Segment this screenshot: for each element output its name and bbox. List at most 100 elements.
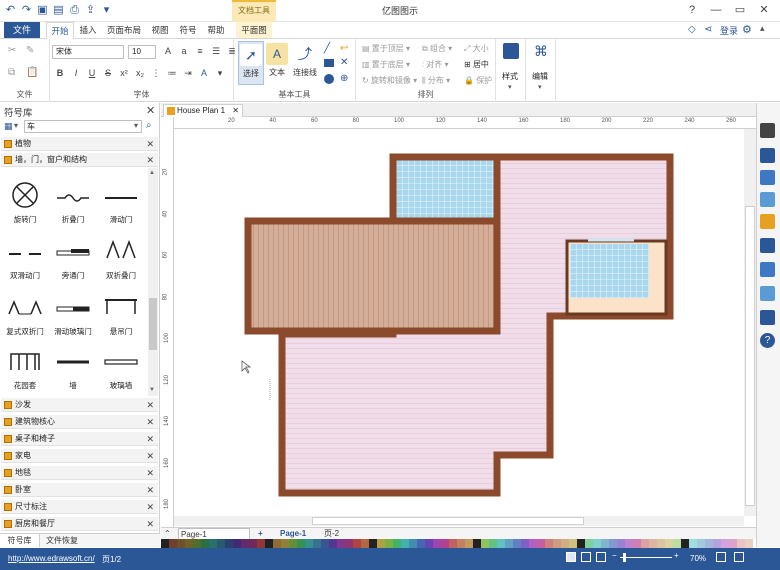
horizontal-scroll-thumb[interactable]: [312, 517, 584, 525]
color-swatch[interactable]: [209, 539, 217, 548]
color-swatch[interactable]: [625, 539, 633, 548]
color-swatch[interactable]: [705, 539, 713, 548]
color-swatch[interactable]: [497, 539, 505, 548]
color-swatch[interactable]: [345, 539, 353, 548]
center-button[interactable]: ⊞ 居中: [464, 59, 489, 70]
shape-wall[interactable]: 墙: [49, 340, 97, 394]
category-row[interactable]: 沙发 ✕: [1, 398, 158, 412]
document-properties-icon[interactable]: [760, 286, 775, 301]
category-plants[interactable]: 植物 ✕: [1, 137, 158, 151]
color-swatch[interactable]: [641, 539, 649, 548]
color-swatch[interactable]: [441, 539, 449, 548]
gear-icon[interactable]: ⚙: [742, 23, 752, 36]
bring-to-front-button[interactable]: ▤ 置于顶层 ▾: [362, 43, 410, 54]
tab-insert[interactable]: 插入: [76, 22, 100, 38]
export-icon[interactable]: ⇪: [84, 4, 97, 17]
shape-garden-arch[interactable]: 花园套: [1, 340, 49, 394]
color-swatch[interactable]: [609, 539, 617, 548]
color-swatch[interactable]: [233, 539, 241, 548]
arc-tool-icon[interactable]: ↩: [340, 43, 348, 54]
color-swatch[interactable]: [185, 539, 193, 548]
color-swatch[interactable]: [473, 539, 481, 548]
size-button[interactable]: ⤢ 大小: [464, 43, 489, 54]
color-swatch[interactable]: [161, 539, 169, 548]
shape-sliding-glass-door[interactable]: 滑动玻璃门: [49, 286, 97, 340]
help-button[interactable]: ?: [680, 2, 704, 18]
format-painter-icon[interactable]: ✎: [26, 45, 34, 56]
color-swatch[interactable]: [657, 539, 665, 548]
scroll-up-icon[interactable]: ▲: [149, 170, 155, 176]
search-dropdown-icon[interactable]: ▾: [134, 121, 138, 130]
fit-width-icon[interactable]: [734, 552, 744, 562]
library-menu-icon[interactable]: ▦: [4, 121, 13, 132]
style-icon[interactable]: [503, 43, 519, 59]
tab-symbol[interactable]: 符号: [176, 22, 200, 38]
color-swatch[interactable]: [409, 539, 417, 548]
color-swatch[interactable]: [585, 539, 593, 548]
color-swatch[interactable]: [465, 539, 473, 548]
color-swatch[interactable]: [177, 539, 185, 548]
text-button[interactable]: A 文本: [264, 41, 290, 85]
color-swatch[interactable]: [665, 539, 673, 548]
search-icon[interactable]: ⌕: [146, 120, 152, 131]
shape-pocket-door[interactable]: 悬吊门: [97, 286, 145, 340]
font-name-select[interactable]: 宋体: [52, 45, 124, 59]
color-swatch[interactable]: [225, 539, 233, 548]
category-row[interactable]: 桌子和椅子 ✕: [1, 432, 158, 446]
color-swatch[interactable]: [577, 539, 585, 548]
category-row[interactable]: 卧室 ✕: [1, 483, 158, 497]
color-swatch[interactable]: [457, 539, 465, 548]
color-swatch[interactable]: [481, 539, 489, 548]
zoom-in-icon[interactable]: +: [674, 551, 679, 560]
shadow-icon[interactable]: [760, 170, 775, 185]
fullscreen-icon[interactable]: [581, 552, 591, 562]
scroll-down-icon[interactable]: ▼: [149, 387, 155, 393]
color-swatch[interactable]: [697, 539, 705, 548]
color-swatch[interactable]: [353, 539, 361, 548]
category-row[interactable]: 地毯 ✕: [1, 466, 158, 480]
color-swatch[interactable]: [169, 539, 177, 548]
close-button[interactable]: ✕: [752, 2, 776, 18]
fit-icon[interactable]: [596, 552, 606, 562]
point-tool-icon[interactable]: ⊕: [340, 73, 348, 84]
color-swatch[interactable]: [289, 539, 297, 548]
color-swatch[interactable]: [681, 539, 689, 548]
page-view-icon[interactable]: [566, 552, 576, 562]
shape-sliding-door[interactable]: 滑动门: [97, 174, 145, 228]
login-link[interactable]: 登录: [720, 24, 738, 37]
tab-floor-plan[interactable]: 平面图: [236, 22, 272, 38]
color-swatch[interactable]: [393, 539, 401, 548]
document-tab[interactable]: House Plan 1 ✕: [163, 104, 243, 117]
tab-symbol-library[interactable]: 符号库: [0, 534, 40, 547]
tab-home[interactable]: 开始: [46, 22, 74, 40]
zoom-slider[interactable]: [620, 557, 672, 558]
color-swatch[interactable]: [633, 539, 641, 548]
group-button[interactable]: ⧉ 组合 ▾: [422, 43, 452, 54]
binoculars-icon[interactable]: ⌘: [533, 43, 549, 59]
color-swatch[interactable]: [601, 539, 609, 548]
list-icon[interactable]: ⋮: [150, 67, 162, 79]
cross-tool-icon[interactable]: ✕: [340, 57, 348, 68]
vertical-scroll-thumb[interactable]: [745, 206, 755, 506]
category-row[interactable]: 厨房和餐厅 ✕: [1, 517, 158, 531]
collapse-ribbon-icon[interactable]: ▴: [760, 23, 765, 34]
color-swatch[interactable]: [521, 539, 529, 548]
redo-icon[interactable]: ↷: [20, 4, 33, 17]
close-icon[interactable]: ✕: [146, 153, 154, 167]
page-icon[interactable]: [760, 238, 775, 253]
edit-dropdown-icon[interactable]: ▾: [538, 83, 542, 91]
color-swatch[interactable]: [513, 539, 521, 548]
text-options-icon[interactable]: ▾: [214, 67, 226, 79]
page-tab-2[interactable]: 页-2: [324, 528, 339, 539]
protect-button[interactable]: 🔒 保护: [464, 75, 492, 86]
close-icon[interactable]: ✕: [146, 398, 154, 412]
color-swatch[interactable]: [273, 539, 281, 548]
color-swatch[interactable]: [553, 539, 561, 548]
rectangle-tool-icon[interactable]: [324, 59, 334, 67]
color-swatch[interactable]: [433, 539, 441, 548]
restore-button[interactable]: ▭: [728, 2, 752, 18]
color-swatch[interactable]: [561, 539, 569, 548]
color-swatch[interactable]: [545, 539, 553, 548]
find-icon[interactable]: [760, 262, 775, 277]
shape-bifold-door[interactable]: 双折叠门: [97, 230, 145, 284]
